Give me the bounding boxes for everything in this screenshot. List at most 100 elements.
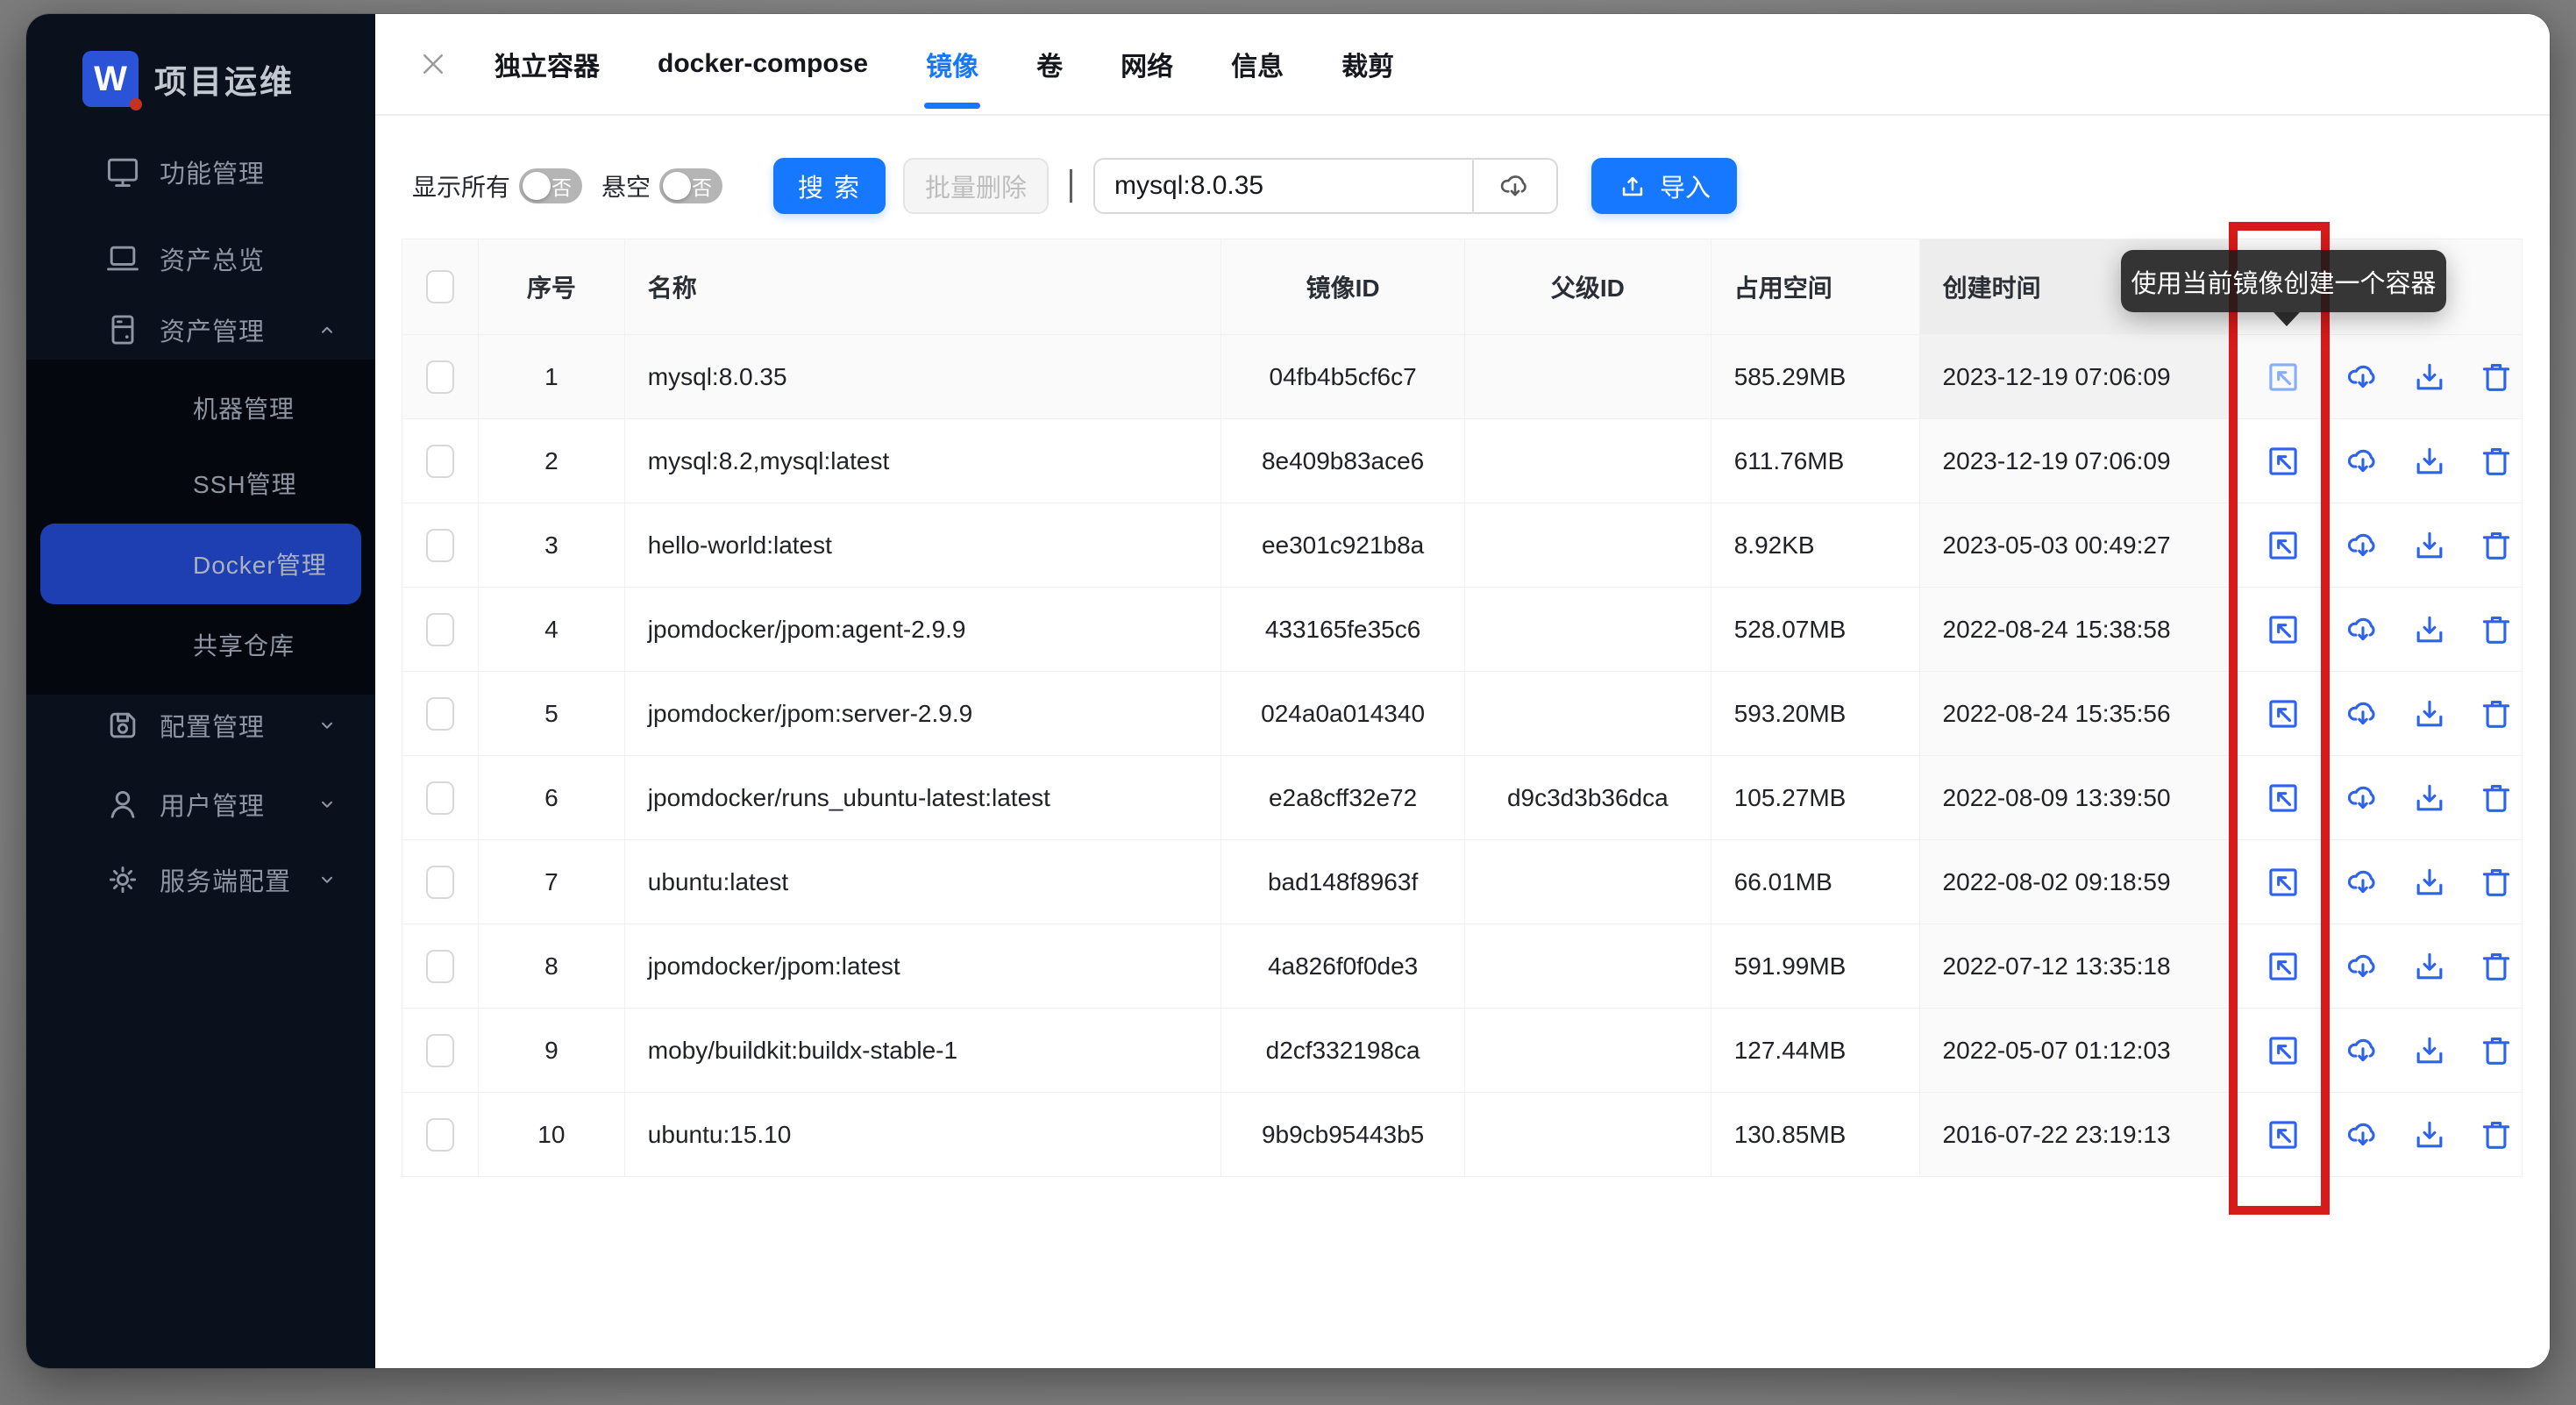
close-icon[interactable] [405,36,461,92]
row-checkbox[interactable] [426,950,454,983]
delete-icon[interactable] [2475,440,2517,482]
cell-text: 105.27MB [1734,784,1847,812]
tab-item-6[interactable]: 裁剪 [1340,14,1396,114]
dangling-toggle[interactable]: 否 [659,168,722,203]
table-cell [2330,672,2522,755]
column-header: 父级ID [1465,239,1711,334]
cell-text: 7 [544,868,559,896]
sidebar-item-asset-management[interactable]: 资产管理 [26,295,375,365]
row-checkbox[interactable] [426,445,454,478]
row-checkbox[interactable] [426,529,454,562]
cloud-download-icon[interactable] [2342,440,2384,482]
create-container-icon[interactable] [2262,945,2304,988]
row-checkbox[interactable] [426,613,454,646]
save-image-icon[interactable] [2409,609,2451,651]
save-image-icon[interactable] [2409,861,2451,903]
cloud-download-icon[interactable] [2342,524,2384,567]
sidebar-subitem-ssh-management[interactable]: SSH管理 [26,446,375,521]
create-container-icon[interactable] [2262,1114,2304,1156]
delete-icon[interactable] [2475,609,2517,651]
create-container-icon[interactable] [2262,777,2304,819]
delete-icon[interactable] [2475,1030,2517,1072]
sidebar-item-server-config[interactable]: 服务端配置 [26,845,375,915]
tab-item-2[interactable]: 镜像 [924,14,980,114]
create-container-icon[interactable] [2262,440,2304,482]
tab-item-0[interactable]: 独立容器 [493,14,601,114]
delete-icon[interactable] [2475,945,2517,988]
table-cell: bad148f8963f [1221,840,1465,924]
table-cell: 8e409b83ace6 [1221,419,1465,503]
tab-item-5[interactable]: 信息 [1229,14,1285,114]
save-image-icon[interactable] [2409,777,2451,819]
save-image-icon[interactable] [2409,1114,2451,1156]
cloud-download-icon[interactable] [2342,945,2384,988]
table-cell [402,503,479,587]
row-checkbox[interactable] [426,1118,454,1152]
sidebar-subitem-label: 共享仓库 [193,627,295,662]
search-button[interactable]: 搜 索 [773,158,886,214]
cloud-download-icon[interactable] [2342,356,2384,398]
create-container-icon[interactable] [2262,861,2304,903]
table-cell: ubuntu:15.10 [625,1093,1221,1176]
table-cell: 024a0a014340 [1221,672,1465,755]
row-checkbox[interactable] [426,360,454,394]
delete-icon[interactable] [2475,356,2517,398]
cloud-download-icon[interactable] [2342,1030,2384,1072]
delete-icon[interactable] [2475,524,2517,567]
table-cell: jpomdocker/jpom:server-2.9.9 [625,672,1221,755]
save-image-icon[interactable] [2409,356,2451,398]
cloud-download-icon[interactable] [2342,609,2384,651]
table-cell: 2022-08-24 15:38:58 [1920,588,2238,671]
create-container-icon[interactable] [2262,1030,2304,1072]
tab-item-3[interactable]: 卷 [1035,14,1064,114]
select-all-checkbox[interactable] [426,270,454,303]
cell-text: 8.92KB [1734,531,1815,560]
sidebar-item-user-management[interactable]: 用户管理 [26,769,375,839]
import-button[interactable]: 导入 [1591,158,1737,214]
chevron-down-icon [314,867,340,893]
upload-icon [1618,171,1647,201]
tab-docker-compose[interactable]: docker-compose [656,14,870,114]
cloud-download-icon[interactable] [2342,1114,2384,1156]
create-container-icon[interactable] [2262,609,2304,651]
table-cell: 2022-08-02 09:18:59 [1920,840,2238,924]
save-image-icon[interactable] [2409,945,2451,988]
save-image-icon[interactable] [2409,1030,2451,1072]
delete-icon[interactable] [2475,861,2517,903]
pull-image-button[interactable] [1472,160,1556,212]
create-container-icon[interactable] [2262,693,2304,735]
save-image-icon[interactable] [2409,524,2451,567]
table-cell [2238,840,2330,924]
row-checkbox[interactable] [426,697,454,731]
cell-text: 2022-08-24 15:38:58 [1943,616,2171,644]
sidebar-subitem-docker-management[interactable]: Docker管理 [40,524,361,604]
show-all-toggle[interactable]: 否 [519,168,582,203]
tab-item-4[interactable]: 网络 [1119,14,1175,114]
table-cell: d2cf332198ca [1221,1009,1465,1092]
table-cell: moby/buildkit:buildx-stable-1 [625,1009,1221,1092]
cell-text: moby/buildkit:buildx-stable-1 [648,1037,957,1065]
table-cell: jpomdocker/jpom:latest [625,924,1221,1008]
sidebar-subitem-shared-repository[interactable]: 共享仓库 [26,607,375,682]
delete-icon[interactable] [2475,777,2517,819]
batch-delete-button[interactable]: 批量删除 [903,158,1049,214]
main-panel: 独立容器docker-compose镜像卷网络信息裁剪 显示所有 否 悬空 否 … [375,14,2550,1368]
search-input[interactable] [1095,160,1472,212]
create-container-icon[interactable] [2262,356,2304,398]
sidebar-subitem-machine-management[interactable]: 机器管理 [26,370,375,446]
save-image-icon[interactable] [2409,693,2451,735]
create-container-icon[interactable] [2262,524,2304,567]
cloud-download-icon[interactable] [2342,777,2384,819]
table-cell: 593.20MB [1711,672,1920,755]
sidebar-item-asset-overview[interactable]: 资产总览 [26,224,375,294]
delete-icon[interactable] [2475,1114,2517,1156]
sidebar-item-config-management[interactable]: 配置管理 [26,690,375,760]
row-checkbox[interactable] [426,1034,454,1067]
row-checkbox[interactable] [426,781,454,815]
delete-icon[interactable] [2475,693,2517,735]
sidebar-item-function-management[interactable]: 功能管理 [26,137,375,207]
cloud-download-icon[interactable] [2342,693,2384,735]
cloud-download-icon[interactable] [2342,861,2384,903]
save-image-icon[interactable] [2409,440,2451,482]
row-checkbox[interactable] [426,866,454,899]
